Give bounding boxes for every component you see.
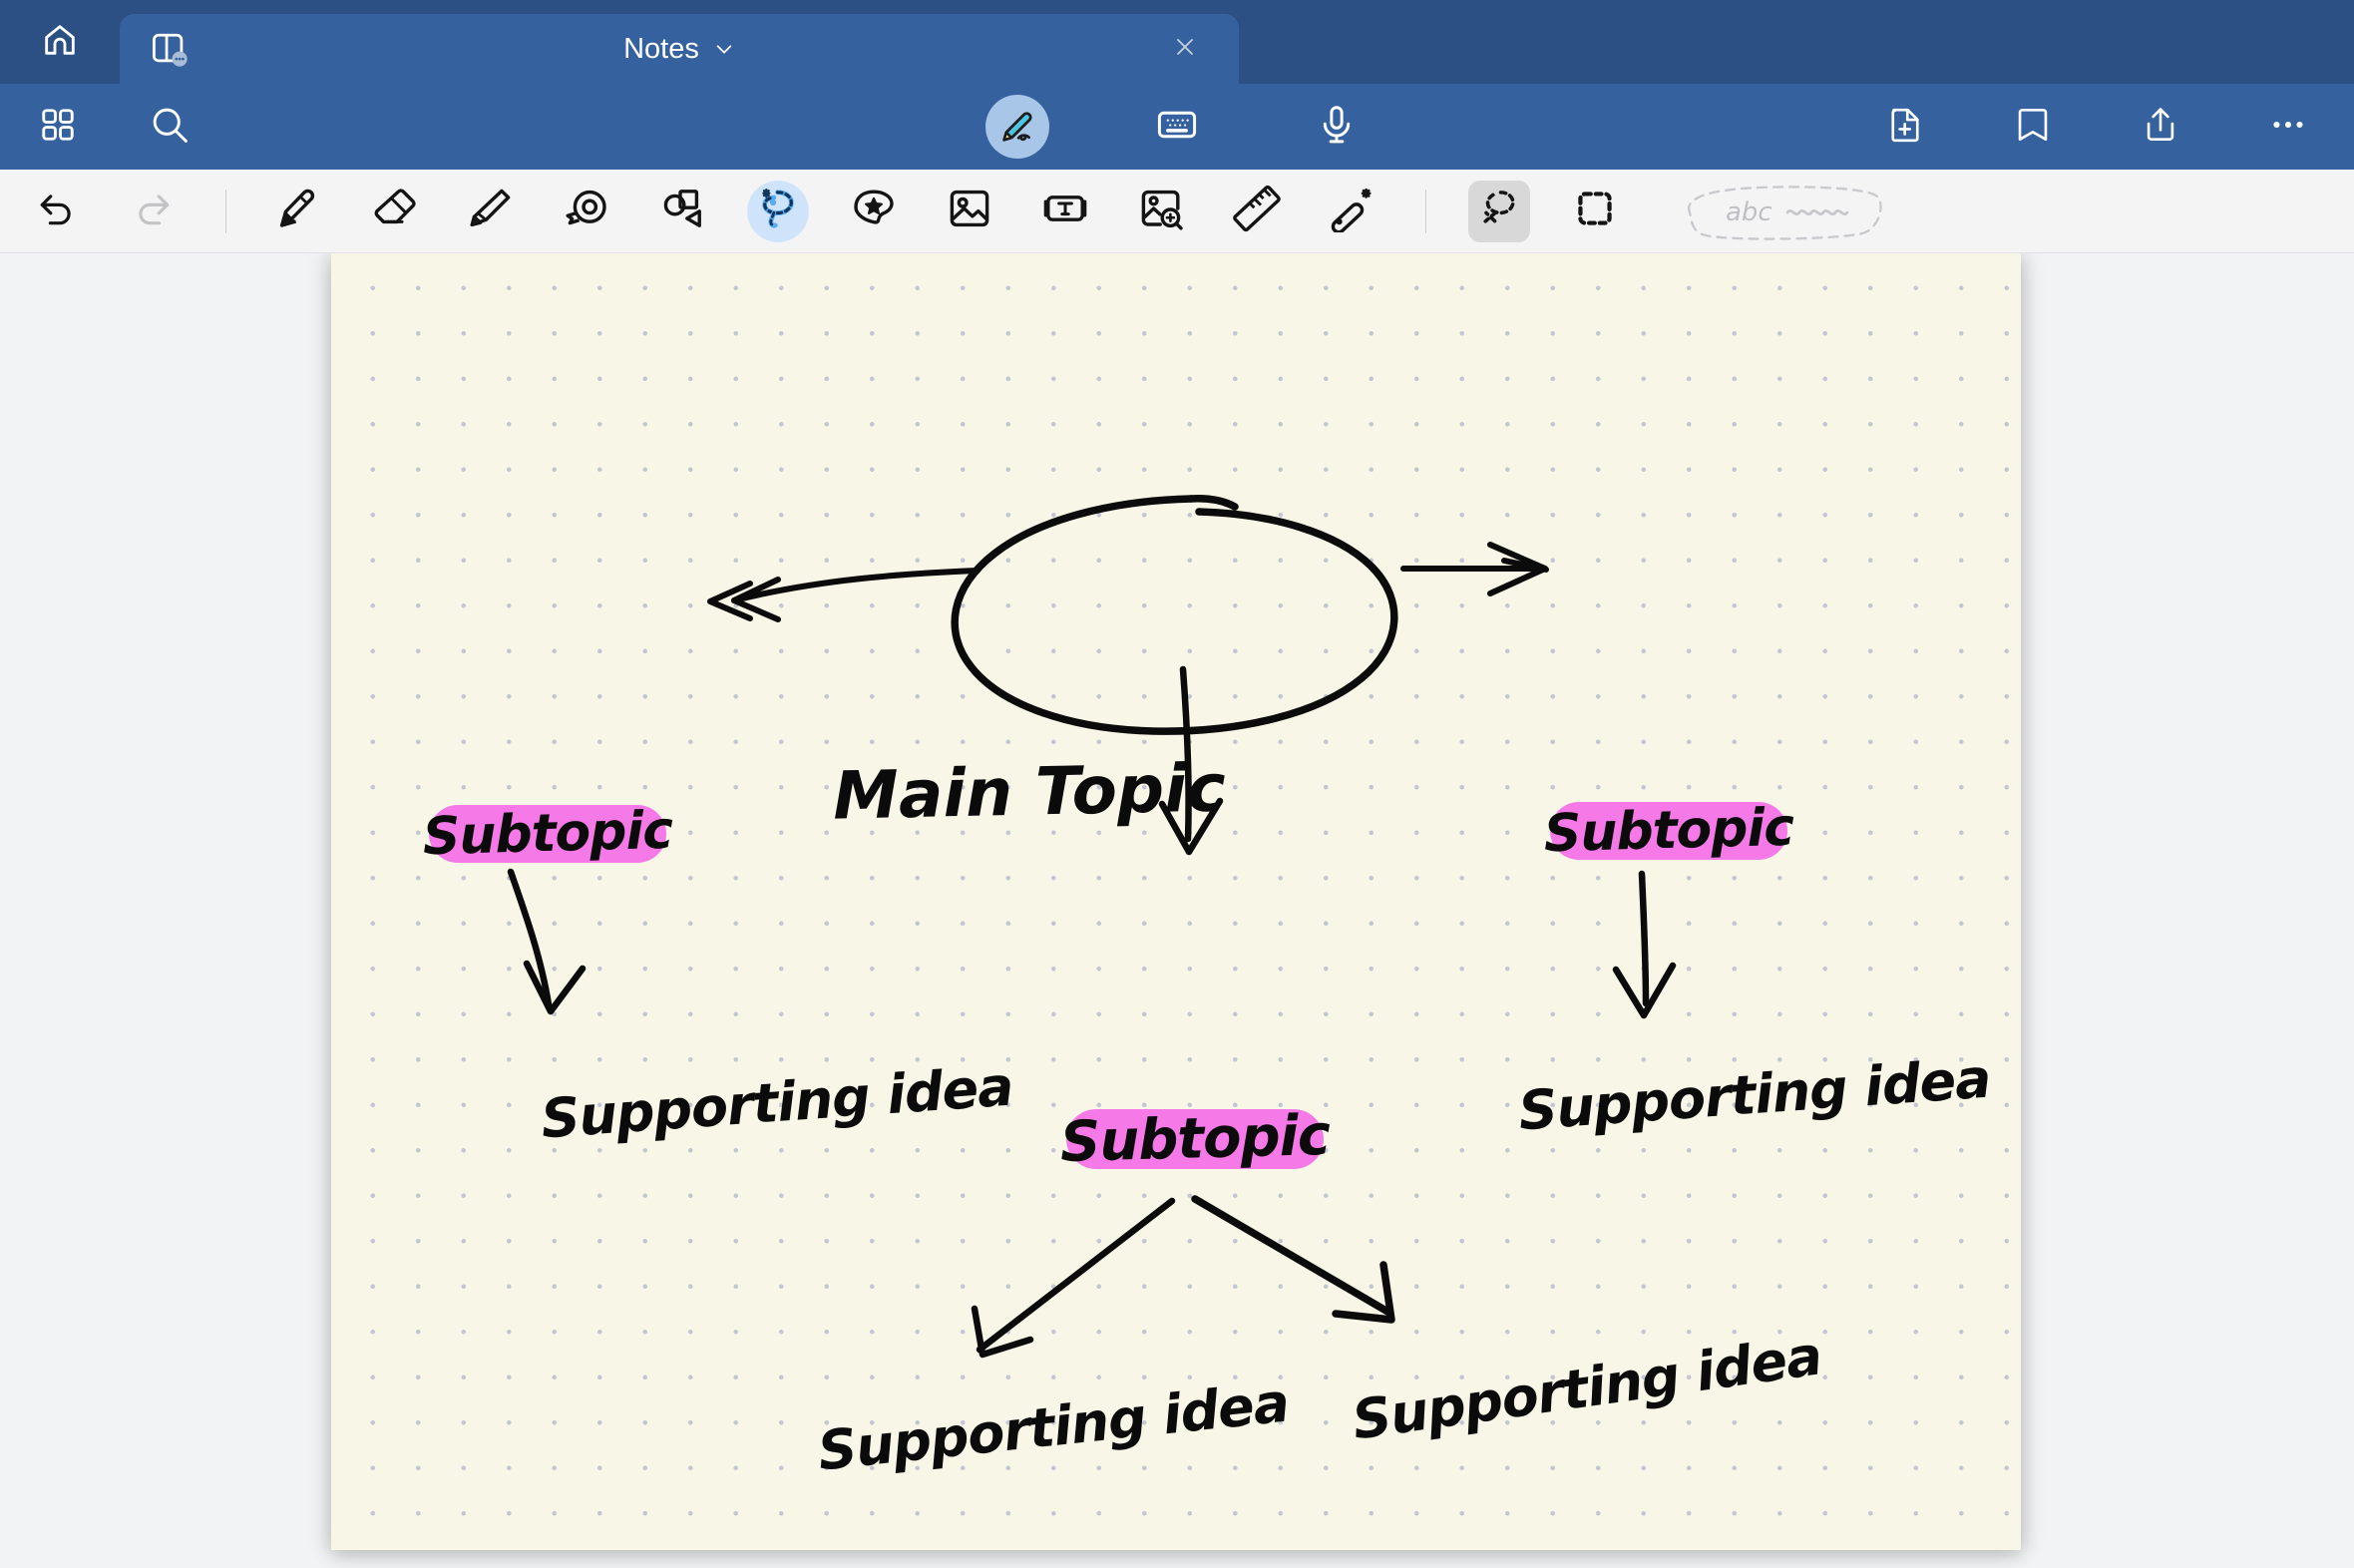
text-box-icon <box>1041 185 1089 237</box>
eraser-tool[interactable] <box>364 181 426 242</box>
pen-tool[interactable] <box>268 181 330 242</box>
arrow-bottom-subtopic-to-idea-right <box>1195 1199 1391 1320</box>
eraser-icon <box>371 185 419 237</box>
rectangle-select-tool[interactable] <box>1564 181 1626 242</box>
toolbar-mode-group <box>985 95 1369 159</box>
chevron-down-icon[interactable] <box>713 38 735 60</box>
magic-wand-tool[interactable] <box>1322 181 1383 242</box>
redo-arrow-icon <box>131 187 175 235</box>
toolbar-divider-2 <box>1425 190 1426 233</box>
keyboard-mode-button[interactable] <box>1145 95 1209 159</box>
notes-app-window: Notes <box>0 0 2354 1568</box>
bookmark-icon <box>2012 104 2054 151</box>
share-upload-icon <box>2140 104 2181 151</box>
share-button[interactable] <box>2129 95 2192 159</box>
audio-record-button[interactable] <box>1305 95 1369 159</box>
image-search-icon <box>1137 185 1185 237</box>
main-topic-node[interactable]: Main Topic <box>832 749 1226 834</box>
image-tool[interactable] <box>939 181 1000 242</box>
lasso-select-icon <box>1476 186 1522 236</box>
subtopic-node-bottom[interactable]: Subtopic <box>1059 1103 1331 1175</box>
note-canvas-area[interactable]: Main Topic Subtopic Subtopic Subtopic Su… <box>0 253 2354 1568</box>
undo-arrow-icon <box>35 187 79 235</box>
shapes-tool[interactable] <box>651 181 713 242</box>
ellipsis-icon <box>2267 104 2309 151</box>
ruler-tool[interactable] <box>1226 181 1288 242</box>
text-box-tool[interactable] <box>1034 181 1096 242</box>
pen-mode-button[interactable] <box>985 95 1049 159</box>
redo-button[interactable] <box>122 181 184 242</box>
highlighter-tool[interactable] <box>460 181 522 242</box>
ai-lasso-tool[interactable] <box>747 181 809 242</box>
close-icon <box>1173 35 1197 64</box>
keyboard-icon <box>1155 103 1199 152</box>
add-page-button[interactable] <box>1873 95 1937 159</box>
lasso-select-tool[interactable] <box>1468 181 1530 242</box>
search-button[interactable] <box>138 95 201 159</box>
subtopic-node-left[interactable]: Subtopic <box>422 801 673 868</box>
window-tab-bar: Notes <box>0 0 2354 84</box>
highlighter-icon <box>467 185 515 237</box>
washi-tape-icon <box>563 185 610 237</box>
document-tab[interactable]: Notes <box>120 14 1239 84</box>
ruler-icon <box>1233 185 1281 237</box>
toolbar-right-group <box>1873 95 2320 159</box>
grid-icon <box>39 106 77 149</box>
tool-palette: abc <box>0 170 2354 253</box>
pen-write-icon <box>996 104 1038 151</box>
arrow-left-subtopic-to-idea <box>511 872 583 1011</box>
bookmark-button[interactable] <box>2001 95 2065 159</box>
lasso-hint-text: abc <box>1726 197 1772 227</box>
grid-view-button[interactable] <box>26 95 90 159</box>
subtopic-node-right[interactable]: Subtopic <box>1543 798 1794 865</box>
image-icon <box>946 185 993 237</box>
main-topic-ellipse <box>955 499 1394 731</box>
sticker-tool[interactable] <box>843 181 905 242</box>
search-icon <box>148 103 192 152</box>
sticker-star-icon <box>850 185 898 237</box>
arrow-right-subtopic-to-idea <box>1616 874 1673 1015</box>
tab-title-group: Notes <box>120 33 1239 66</box>
shapes-icon <box>658 185 706 237</box>
arrow-main-to-left-subtopic <box>710 571 978 619</box>
microphone-icon <box>1315 103 1359 152</box>
arrow-main-to-right-subtopic <box>1403 545 1546 593</box>
undo-button[interactable] <box>26 181 88 242</box>
primary-toolbar <box>0 84 2354 170</box>
tab-close-button[interactable] <box>1165 29 1205 69</box>
tab-title: Notes <box>623 33 699 66</box>
toolbar-divider <box>225 190 226 233</box>
toolbar-left-group <box>26 95 201 159</box>
magic-wand-icon <box>1329 185 1376 237</box>
arrow-bottom-subtopic-to-idea-left <box>975 1201 1172 1355</box>
document-plus-icon <box>1884 104 1926 151</box>
pen-icon <box>275 185 323 237</box>
lasso-hint: abc <box>1668 186 1889 237</box>
split-view-icon[interactable] <box>148 27 192 71</box>
rectangle-select-icon <box>1572 186 1618 236</box>
home-button[interactable] <box>0 0 120 84</box>
tape-tool[interactable] <box>556 181 617 242</box>
image-search-tool[interactable] <box>1130 181 1192 242</box>
more-options-button[interactable] <box>2256 95 2320 159</box>
home-icon <box>40 20 80 65</box>
ai-lasso-icon <box>753 184 803 238</box>
note-page[interactable]: Main Topic Subtopic Subtopic Subtopic Su… <box>331 253 2021 1550</box>
